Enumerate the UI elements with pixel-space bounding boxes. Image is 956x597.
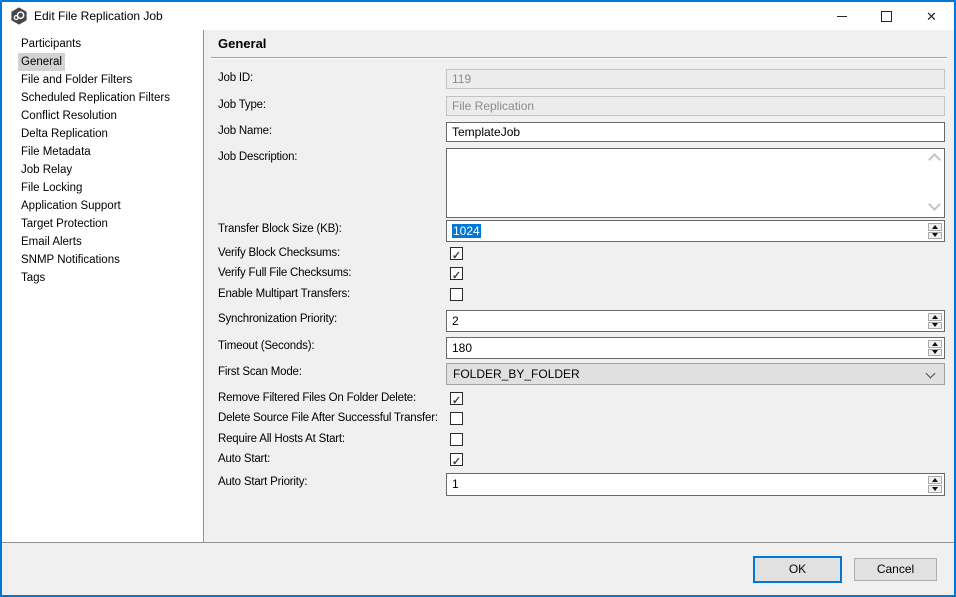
arrow-down-icon (932, 233, 938, 237)
verify-full-file-checksums-label: Verify Full File Checksums: (218, 267, 351, 279)
auto-start-priority-label: Auto Start Priority: (218, 476, 307, 488)
sidebar-item-tags[interactable]: Tags (18, 269, 48, 287)
job-name-input[interactable]: TemplateJob (446, 122, 945, 142)
delete-source-file-checkbox[interactable] (450, 412, 463, 425)
sidebar-item-job-relay[interactable]: Job Relay (18, 161, 75, 179)
arrow-down-icon (932, 323, 938, 327)
spinner-down-button[interactable] (928, 349, 942, 357)
sidebar-item-scheduled-replication-filters[interactable]: Scheduled Replication Filters (18, 89, 173, 107)
transfer-block-size-input[interactable]: 1024 (446, 220, 945, 242)
sidebar-item-email-alerts[interactable]: Email Alerts (18, 233, 85, 251)
auto-start-priority-spinner (927, 475, 943, 494)
remove-filtered-files-checkbox[interactable]: ✓ (450, 392, 463, 405)
job-description-label: Job Description: (218, 151, 297, 163)
timeout-seconds-input[interactable]: 180 (446, 337, 945, 359)
sidebar-item-general[interactable]: General (18, 53, 65, 71)
settings-category-list: Participants General File and Folder Fil… (2, 30, 204, 543)
app-icon (10, 7, 28, 25)
transfer-block-size-spinner (927, 222, 943, 240)
selected-text: 1024 (452, 224, 481, 238)
first-scan-mode-label: First Scan Mode: (218, 366, 302, 378)
spinner-down-button[interactable] (928, 322, 942, 330)
arrow-up-icon (932, 478, 938, 482)
require-all-hosts-label: Require All Hosts At Start: (218, 433, 345, 445)
sidebar-item-participants[interactable]: Participants (18, 35, 84, 53)
scroll-down-icon[interactable] (928, 198, 941, 211)
titlebar: Edit File Replication Job ✕ (2, 2, 954, 30)
auto-start-priority-input[interactable]: 1 (446, 473, 945, 496)
remove-filtered-files-label: Remove Filtered Files On Folder Delete: (218, 392, 416, 404)
job-id-value: 119 (452, 72, 471, 86)
sidebar-item-snmp-notifications[interactable]: SNMP Notifications (18, 251, 123, 269)
close-icon: ✕ (926, 10, 937, 23)
spinner-down-button[interactable] (928, 232, 942, 240)
auto-start-priority-value: 1 (452, 477, 459, 491)
verify-block-checksums-checkbox[interactable]: ✓ (450, 247, 463, 260)
sidebar-item-file-and-folder-filters[interactable]: File and Folder Filters (18, 71, 135, 89)
auto-start-checkbox[interactable]: ✓ (450, 453, 463, 466)
maximize-icon (881, 11, 892, 22)
sidebar-item-file-metadata[interactable]: File Metadata (18, 143, 94, 161)
first-scan-mode-select[interactable]: FOLDER_BY_FOLDER (446, 363, 945, 385)
synchronization-priority-input[interactable]: 2 (446, 310, 945, 332)
header-separator (211, 57, 947, 59)
verify-block-checksums-label: Verify Block Checksums: (218, 247, 340, 259)
job-name-label: Job Name: (218, 125, 272, 137)
edit-file-replication-job-dialog: Edit File Replication Job ✕ Participants… (0, 0, 956, 597)
arrow-down-icon (932, 487, 938, 491)
arrow-up-icon (932, 225, 938, 229)
enable-multipart-transfers-label: Enable Multipart Transfers: (218, 288, 350, 300)
spinner-up-button[interactable] (928, 223, 942, 231)
first-scan-mode-value: FOLDER_BY_FOLDER (453, 367, 580, 381)
job-description-textarea[interactable] (446, 148, 945, 218)
ok-button[interactable]: OK (753, 556, 842, 583)
synchronization-priority-spinner (927, 312, 943, 330)
check-icon: ✓ (452, 395, 461, 407)
verify-full-file-checksums-checkbox[interactable]: ✓ (450, 267, 463, 280)
job-name-value: TemplateJob (452, 125, 520, 139)
panel-title: General (218, 36, 266, 51)
spinner-up-button[interactable] (928, 476, 942, 484)
auto-start-label: Auto Start: (218, 453, 270, 465)
job-type-label: Job Type: (218, 99, 266, 111)
minimize-icon (837, 16, 847, 17)
check-icon: ✓ (452, 456, 461, 468)
timeout-value: 180 (452, 341, 472, 355)
arrow-up-icon (932, 315, 938, 319)
general-panel: General Job ID: 119 Job Type: File Repli… (204, 30, 954, 543)
timeout-spinner (927, 339, 943, 357)
scroll-up-icon[interactable] (928, 153, 941, 166)
spinner-up-button[interactable] (928, 313, 942, 321)
sidebar-item-application-support[interactable]: Application Support (18, 197, 124, 215)
arrow-up-icon (932, 342, 938, 346)
synchronization-priority-value: 2 (452, 314, 459, 328)
cancel-button[interactable]: Cancel (854, 558, 937, 581)
minimize-button[interactable] (819, 2, 864, 30)
timeout-label: Timeout (Seconds): (218, 340, 314, 352)
job-type-value: File Replication (452, 99, 534, 113)
close-button[interactable]: ✕ (909, 2, 954, 30)
delete-source-file-label: Delete Source File After Successful Tran… (218, 412, 438, 424)
transfer-block-size-label: Transfer Block Size (KB): (218, 223, 342, 235)
require-all-hosts-checkbox[interactable] (450, 433, 463, 446)
sidebar-item-file-locking[interactable]: File Locking (18, 179, 85, 197)
dialog-footer: OK Cancel (2, 543, 954, 595)
maximize-button[interactable] (864, 2, 909, 30)
sidebar-item-delta-replication[interactable]: Delta Replication (18, 125, 111, 143)
synchronization-priority-label: Synchronization Priority: (218, 313, 337, 325)
job-id-label: Job ID: (218, 72, 253, 84)
check-icon: ✓ (452, 250, 461, 262)
spinner-down-button[interactable] (928, 485, 942, 493)
chevron-down-icon (926, 369, 936, 379)
spinner-up-button[interactable] (928, 340, 942, 348)
window-title: Edit File Replication Job (34, 9, 163, 23)
job-id-field: 119 (446, 69, 945, 89)
job-type-field: File Replication (446, 96, 945, 116)
arrow-down-icon (932, 350, 938, 354)
check-icon: ✓ (452, 270, 461, 282)
sidebar-item-target-protection[interactable]: Target Protection (18, 215, 111, 233)
enable-multipart-transfers-checkbox[interactable] (450, 288, 463, 301)
sidebar-item-conflict-resolution[interactable]: Conflict Resolution (18, 107, 120, 125)
